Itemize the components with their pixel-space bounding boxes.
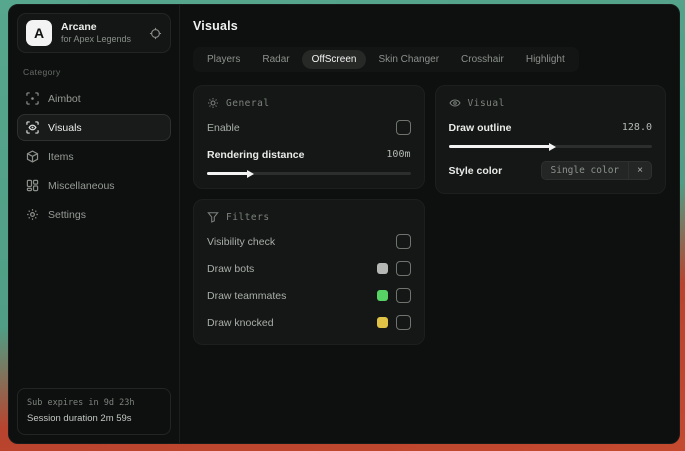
tab-players[interactable]: Players	[197, 50, 250, 69]
draw-outline-value: 128.0	[621, 122, 652, 133]
draw-bots-label: Draw bots	[207, 262, 255, 275]
general-panel: General Enable Rendering distance 100m	[193, 85, 425, 189]
eye-icon	[448, 97, 461, 109]
style-color-value: Single color	[550, 165, 620, 176]
rendering-distance-slider[interactable]	[207, 169, 411, 178]
sidebar-nav: Aimbot Visuals Items Miscellaneous Setti…	[17, 85, 171, 228]
tab-highlight[interactable]: Highlight	[516, 50, 575, 69]
app-logo: A	[26, 20, 52, 46]
session-duration-text: Session duration 2m 59s	[27, 412, 132, 424]
enable-checkbox[interactable]	[395, 120, 411, 135]
tab-crosshair[interactable]: Crosshair	[451, 50, 514, 69]
draw-knocked-label: Draw knocked	[207, 316, 274, 329]
box-icon	[26, 150, 39, 163]
slider-thumb[interactable]	[549, 142, 557, 151]
sidebar: A Arcane for Apex Legends Category Aimbo…	[9, 5, 180, 443]
panel-title: Filters	[226, 211, 270, 223]
tab-offscreen[interactable]: OffScreen	[301, 50, 367, 69]
crosshair-icon	[26, 92, 39, 105]
panel-title: Visual	[467, 97, 505, 109]
target-icon[interactable]	[149, 27, 162, 40]
filters-panel: Filters Visibility check Draw bots Draw …	[193, 199, 425, 345]
sidebar-item-visuals[interactable]: Visuals	[17, 114, 171, 141]
eye-scan-icon	[26, 121, 39, 134]
enable-label: Enable	[207, 121, 240, 134]
draw-teammates-color-swatch[interactable]	[376, 290, 388, 301]
sun-icon	[207, 97, 219, 109]
app-title: Arcane	[61, 20, 97, 33]
draw-bots-color-swatch[interactable]	[376, 263, 388, 274]
tab-skin-changer[interactable]: Skin Changer	[368, 50, 449, 69]
panel-title: General	[226, 97, 270, 109]
visibility-check-checkbox[interactable]	[395, 234, 411, 249]
sidebar-item-miscellaneous[interactable]: Miscellaneous	[17, 172, 171, 199]
gear-icon	[26, 208, 39, 221]
brand-card: A Arcane for Apex Legends	[17, 13, 171, 53]
rendering-distance-label: Rendering distance	[207, 148, 305, 161]
sidebar-item-aimbot[interactable]: Aimbot	[17, 85, 171, 112]
draw-bots-checkbox[interactable]	[395, 261, 411, 276]
tab-bar: Players Radar OffScreen Skin Changer Cro…	[193, 47, 579, 72]
draw-outline-label: Draw outline	[448, 121, 512, 134]
grid-icon	[26, 179, 39, 192]
sub-expires-text: Sub expires in 9d 23h	[27, 398, 135, 409]
sidebar-item-settings[interactable]: Settings	[17, 201, 171, 228]
draw-teammates-checkbox[interactable]	[395, 288, 411, 303]
sidebar-item-label: Items	[48, 150, 74, 163]
app-subtitle: for Apex Legends	[61, 33, 132, 44]
slider-thumb[interactable]	[246, 169, 254, 178]
subscription-card: Sub expires in 9d 23h Session duration 2…	[17, 388, 171, 435]
draw-outline-slider[interactable]	[448, 142, 652, 151]
clear-icon[interactable]: ×	[628, 162, 651, 179]
visual-panel: Visual Draw outline 128.0 Style color Si…	[434, 85, 666, 194]
draw-knocked-checkbox[interactable]	[395, 315, 411, 330]
page-title: Visuals	[193, 19, 238, 33]
style-color-label: Style color	[448, 164, 503, 177]
sidebar-item-label: Settings	[48, 208, 86, 221]
style-color-select[interactable]: Single color ×	[540, 161, 652, 180]
main-content: Visuals Players Radar OffScreen Skin Cha…	[180, 5, 679, 443]
category-label: Category	[23, 67, 61, 77]
sidebar-item-items[interactable]: Items	[17, 143, 171, 170]
tab-radar[interactable]: Radar	[252, 50, 299, 69]
rendering-distance-value: 100m	[386, 149, 411, 160]
draw-teammates-label: Draw teammates	[207, 289, 287, 302]
funnel-icon	[207, 211, 219, 223]
sidebar-item-label: Visuals	[48, 121, 82, 134]
draw-knocked-color-swatch[interactable]	[376, 317, 388, 328]
sidebar-item-label: Aimbot	[48, 92, 81, 105]
visibility-check-label: Visibility check	[207, 235, 276, 248]
app-window: A Arcane for Apex Legends Category Aimbo…	[8, 4, 680, 444]
sidebar-item-label: Miscellaneous	[48, 179, 115, 192]
